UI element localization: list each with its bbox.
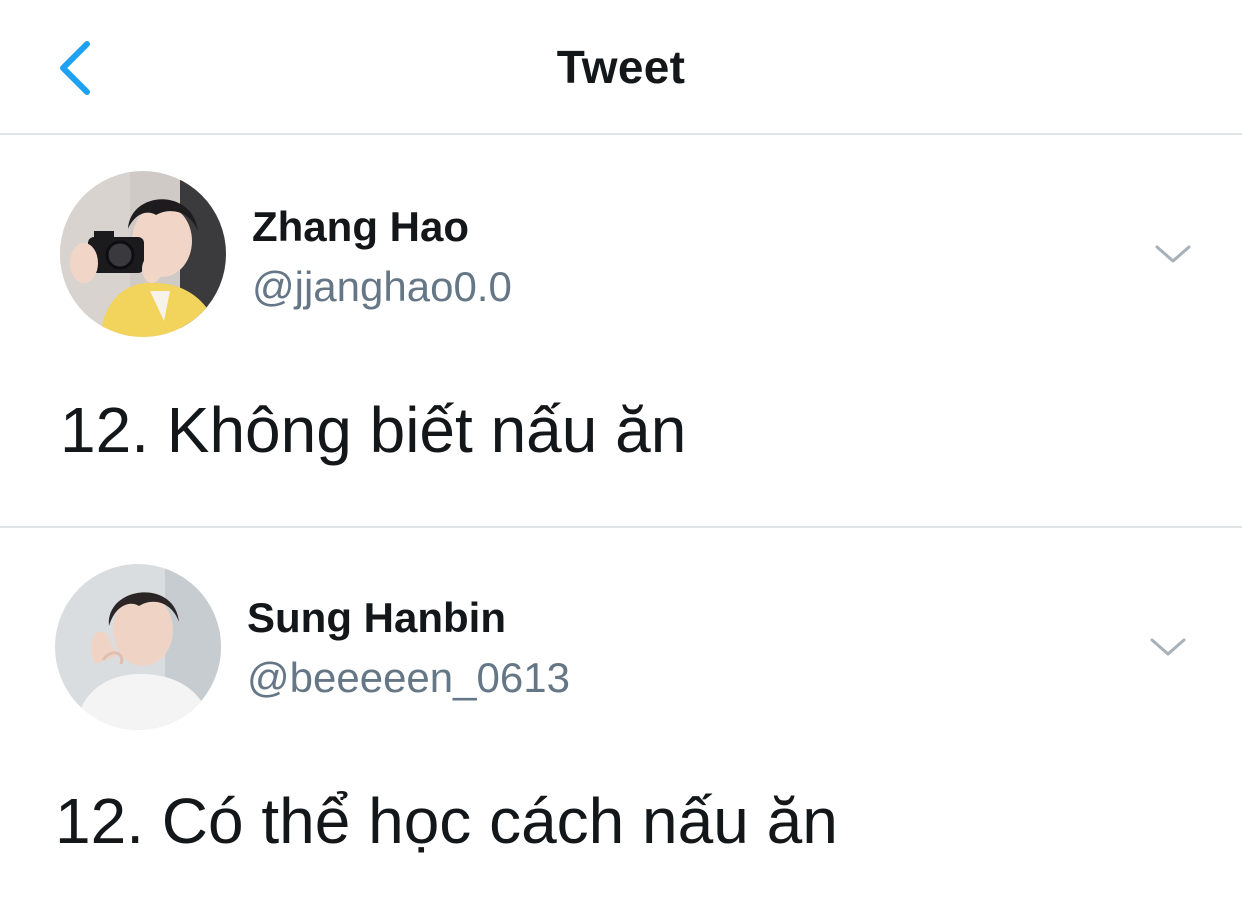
- user-handle[interactable]: @beeeeen_0613: [247, 654, 570, 702]
- avatar-image: [55, 564, 221, 730]
- display-name[interactable]: Zhang Hao: [252, 203, 469, 251]
- avatar-image: [60, 171, 226, 337]
- avatar[interactable]: [60, 171, 226, 337]
- chevron-down-icon[interactable]: [1151, 239, 1195, 269]
- tweet-text: 12. Có thể học cách nấu ăn: [55, 785, 838, 857]
- display-name[interactable]: Sung Hanbin: [247, 594, 506, 642]
- page-title: Tweet: [556, 41, 686, 93]
- avatar[interactable]: [55, 564, 221, 730]
- tweet-item[interactable]: Sung Hanbin @beeeeen_0613 12. Có thể học…: [0, 528, 1242, 915]
- tweet-detail-screen: Tweet Zhang Hao @jjanghao0.0 12. Không b…: [0, 0, 1242, 915]
- navigation-bar: Tweet: [0, 0, 1242, 135]
- user-handle[interactable]: @jjanghao0.0: [252, 263, 512, 311]
- tweet-item[interactable]: Zhang Hao @jjanghao0.0 12. Không biết nấ…: [0, 135, 1242, 528]
- tweet-text: 12. Không biết nấu ăn: [60, 394, 687, 466]
- chevron-down-icon[interactable]: [1146, 632, 1190, 662]
